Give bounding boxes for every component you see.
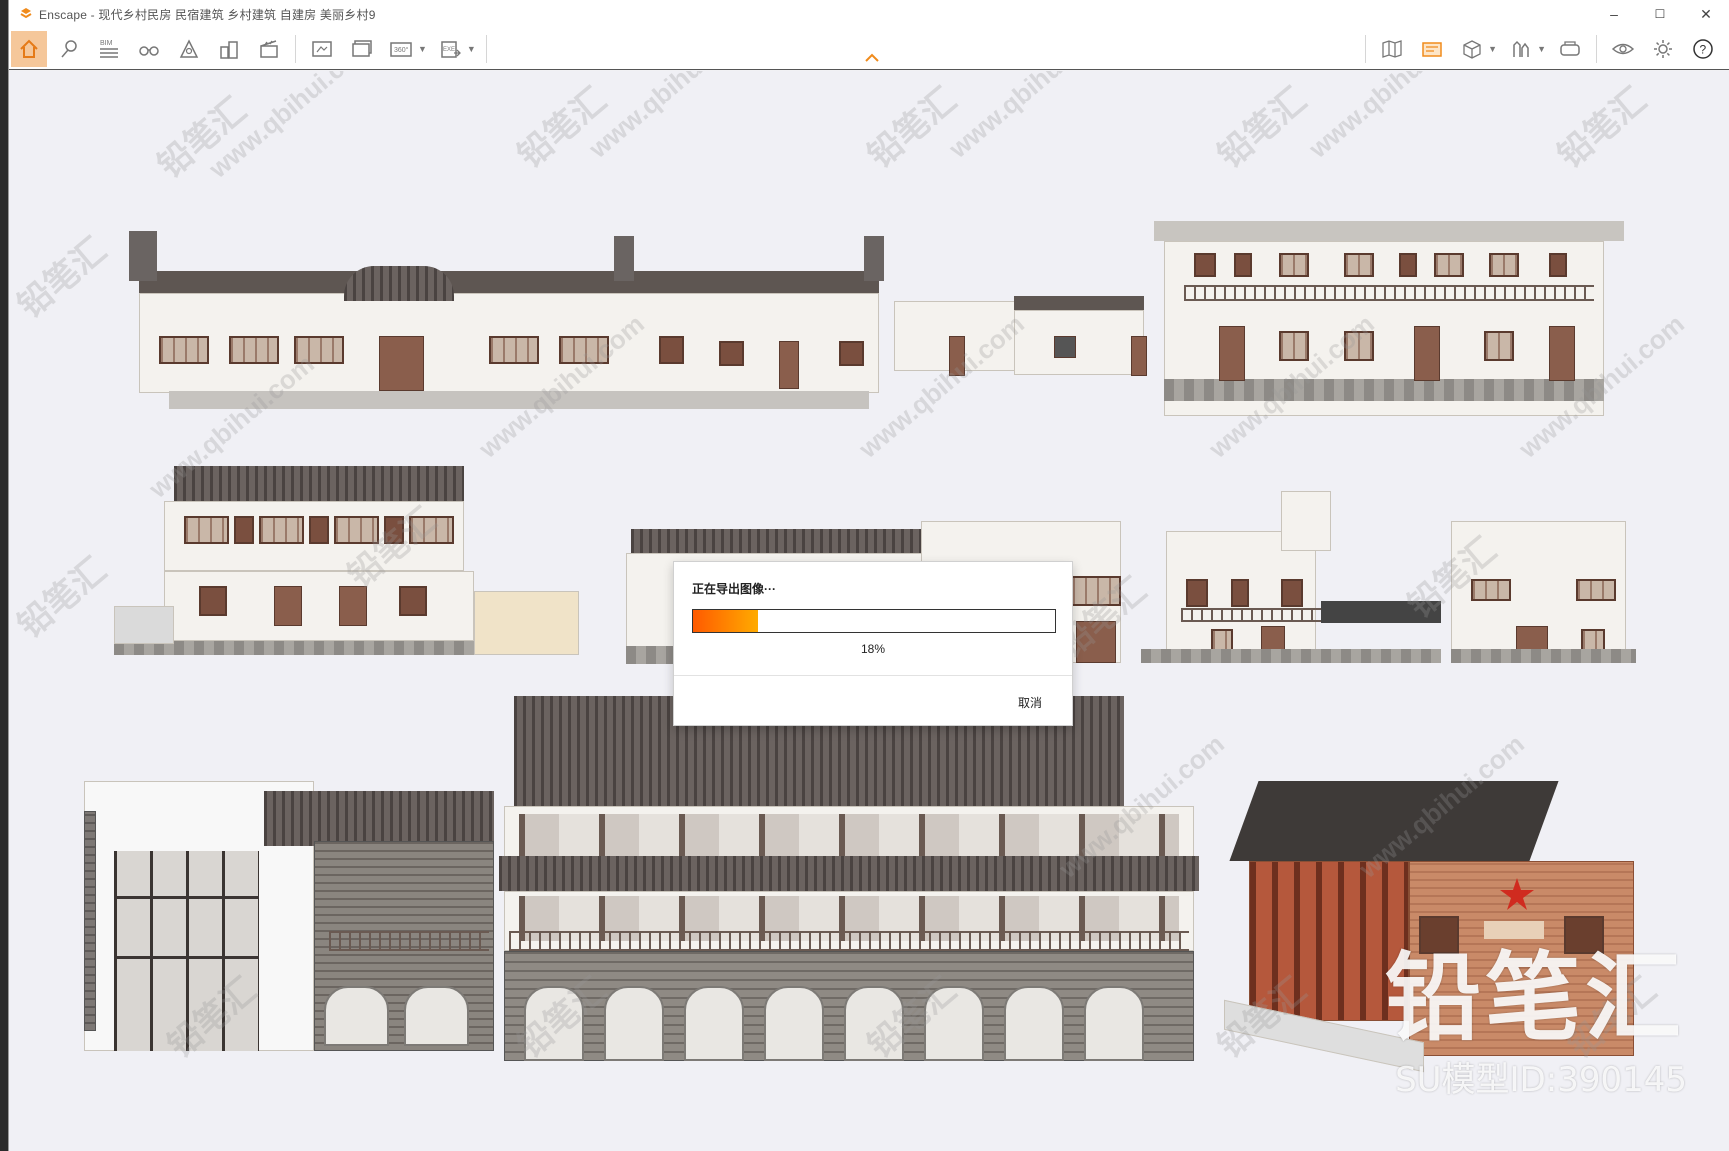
exe-export-icon: EXE (441, 40, 461, 58)
maximize-button[interactable]: ☐ (1637, 0, 1683, 28)
red-star-icon (1500, 878, 1534, 910)
svg-text:EXE: EXE (443, 47, 455, 53)
cube-icon (1463, 40, 1481, 59)
object-button[interactable] (1454, 31, 1490, 67)
visual-settings-button[interactable] (1605, 31, 1641, 67)
svg-text:360°: 360° (394, 46, 409, 54)
bim-button[interactable]: BIM (91, 31, 127, 67)
clapper-icon (260, 39, 278, 58)
watermark-text: 铅笔汇 (10, 230, 114, 326)
batch-render-button[interactable] (344, 31, 380, 67)
settings-icon (1654, 40, 1672, 58)
home-button[interactable] (11, 30, 47, 67)
vr-headset-icon (1560, 41, 1580, 56)
capture-button[interactable] (1414, 31, 1450, 67)
binoculars-icon (139, 45, 159, 56)
watermark-text: 铅笔汇 (510, 80, 614, 176)
map-button[interactable] (1374, 31, 1410, 67)
model-id-text: SU模型ID:390145 (1395, 1060, 1687, 1100)
help-icon: ? (1693, 39, 1713, 59)
sun-icon (179, 38, 199, 58)
settings-button[interactable] (1645, 31, 1681, 67)
asset-library-icon (1513, 40, 1529, 57)
batch-render-icon (352, 39, 372, 57)
svg-text:BIM: BIM (100, 40, 113, 47)
atmosphere-button[interactable] (171, 31, 207, 67)
building-arcade-large (499, 696, 1209, 1066)
panorama-icon: 360° (390, 41, 412, 57)
screenshot-button[interactable] (304, 31, 340, 67)
toolbar-separator (1365, 35, 1367, 63)
vr-button[interactable] (1552, 31, 1588, 67)
eye-icon (1611, 43, 1635, 55)
pin-icon (61, 39, 77, 57)
export-progress-bar (692, 609, 1056, 633)
building-two-storey-balcony (894, 141, 1634, 421)
window-controls: – ☐ ✕ (1591, 0, 1729, 28)
bim-icon: BIM (100, 40, 118, 58)
svg-text:?: ? (1700, 43, 1707, 57)
map-icon (1382, 40, 1402, 58)
watermark-text: 铅笔汇 (10, 550, 114, 646)
home-icon (20, 39, 38, 58)
buildings-icon (220, 40, 238, 59)
collapse-toolbar-icon[interactable] (864, 52, 880, 64)
dialog-divider (674, 675, 1072, 676)
toolbar-right: ▼ ▼ ? (1359, 28, 1729, 70)
toolbar-separator (295, 34, 296, 63)
toolbar-separator (485, 34, 487, 63)
brand-logo-text: 铅笔汇 (1385, 942, 1685, 1054)
buildings-button[interactable] (211, 31, 247, 67)
toolbar-separator (1596, 35, 1597, 63)
help-button[interactable]: ? (1685, 31, 1721, 67)
enscape-window: Enscape - 现代乡村民房 民宿建筑 乡村建筑 自建房 美丽乡村9 – ☐… (8, 0, 1729, 1151)
video-editor-button[interactable] (251, 31, 287, 67)
watermark-text: www.qbihui.com (583, 71, 760, 164)
progress-percent: 18% (860, 642, 886, 656)
enscape-logo-icon (20, 8, 32, 19)
minimize-button[interactable]: – (1591, 0, 1637, 28)
screenshot-icon (312, 40, 332, 57)
close-button[interactable]: ✕ (1683, 0, 1729, 28)
panorama-button[interactable]: 360° (384, 31, 420, 67)
walk-mode-button[interactable] (131, 31, 167, 67)
capture-icon (1422, 42, 1442, 57)
dialog-title: 正在导出图像··· (692, 582, 776, 596)
building-two-storey-left (109, 431, 579, 691)
asset-library-button[interactable] (1503, 31, 1539, 67)
window-title: Enscape - 现代乡村民房 民宿建筑 乡村建筑 自建房 美丽乡村9 (39, 7, 376, 22)
title-bar: Enscape - 现代乡村民房 民宿建筑 乡村建筑 自建房 美丽乡村9 – ☐… (9, 0, 1729, 28)
export-progress-dialog: 正在导出图像··· 18% 取消 (673, 561, 1073, 726)
watermark-text: www.qbihui.com (203, 71, 380, 184)
building-atrium-gable (64, 721, 494, 1061)
views-button[interactable] (51, 31, 87, 67)
exe-export-button[interactable]: EXE (433, 31, 469, 67)
building-courtyard-long (129, 171, 889, 421)
cancel-button[interactable]: 取消 (1018, 694, 1042, 711)
render-viewport[interactable]: 铅笔汇 www.qbihui.com 铅笔汇 www.qbihui.com 铅笔… (9, 71, 1729, 1151)
progress-fill (693, 610, 759, 632)
